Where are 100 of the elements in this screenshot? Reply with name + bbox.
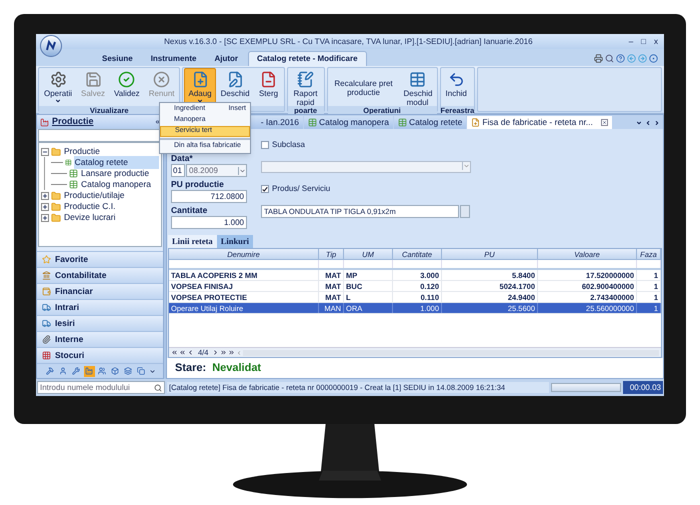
module-search-field[interactable]: Introdu numele modulului — [37, 381, 165, 394]
help-icon[interactable] — [616, 54, 625, 63]
sub-tab[interactable]: Linii reteta — [168, 235, 217, 248]
previous-page-icon[interactable] — [179, 349, 186, 356]
document-tab[interactable]: Catalog retete — [394, 116, 466, 129]
settings-icon[interactable] — [649, 54, 658, 63]
factory-icon — [40, 118, 49, 126]
checkbox[interactable] — [261, 185, 269, 193]
panel-title: Productie — [52, 115, 95, 128]
plus-icon — [42, 192, 48, 198]
document-tab[interactable]: Fisa de fabricatie - reteta nr... — [467, 116, 612, 129]
check-circle-icon — [118, 71, 136, 88]
expand-toggle[interactable] — [41, 214, 49, 222]
table-icon — [409, 71, 426, 88]
ribbon-button[interactable]: Deschid modul — [400, 68, 436, 106]
window-control[interactable]: – — [628, 36, 634, 48]
shortcut-button[interactable] — [58, 366, 68, 376]
menu-tab[interactable]: Catalog retete - Modificare — [248, 51, 367, 66]
file-pen-icon — [226, 71, 244, 88]
print-icon[interactable] — [594, 54, 603, 63]
curved-arrow-icon — [448, 71, 465, 88]
tree-item[interactable]: Lansare productie — [80, 167, 150, 180]
checkbox[interactable] — [261, 141, 269, 149]
scroll-left-icon[interactable] — [645, 120, 651, 126]
shortcut-button[interactable] — [110, 366, 120, 376]
expand-toggle[interactable] — [41, 192, 49, 200]
previous-icon[interactable] — [187, 349, 194, 356]
plus-icon — [42, 204, 48, 210]
caret-icon[interactable] — [148, 368, 156, 374]
caret-icon — [238, 166, 246, 174]
ribbon-button[interactable]: Validez — [110, 68, 144, 106]
table-icon — [69, 169, 78, 178]
ribbon-button[interactable]: Recalculare pret productie — [328, 68, 399, 106]
tree-item[interactable]: Catalog retete — [74, 156, 159, 169]
nav-section-button[interactable]: Interne — [37, 331, 163, 347]
window-control[interactable]: □ — [641, 36, 646, 48]
tree-item[interactable]: Devize lucrari — [63, 211, 116, 224]
sub-tab[interactable]: Linkuri — [216, 235, 254, 248]
folder-icon — [51, 146, 61, 156]
date-combobox[interactable]: 08.2009 — [186, 164, 247, 177]
folder-icon — [51, 202, 61, 212]
table-icon — [69, 180, 78, 189]
logo-mark-icon — [45, 40, 57, 52]
bank-icon — [42, 271, 51, 280]
nav-section-button[interactable]: Financiar — [37, 283, 163, 299]
collapse-toggle[interactable] — [41, 148, 49, 156]
box-icon — [111, 367, 119, 375]
nav-section-button[interactable]: Iesiri — [37, 315, 163, 331]
expand-toggle[interactable] — [41, 202, 49, 210]
document-icon — [471, 118, 480, 127]
shortcut-button[interactable] — [84, 366, 94, 376]
plus-icon — [42, 214, 48, 220]
ribbon-button[interactable]: Deschid — [216, 68, 254, 106]
close-icon[interactable] — [600, 119, 608, 126]
folder-icon — [51, 212, 61, 222]
shortcut-button[interactable] — [70, 366, 82, 376]
shortcut-button[interactable] — [136, 366, 146, 376]
elapsed-time: 00:00.03 — [623, 381, 663, 394]
truck-icon — [42, 319, 51, 328]
shortcut-button[interactable] — [122, 366, 134, 376]
first-page-icon[interactable] — [171, 349, 178, 356]
next-icon[interactable] — [212, 349, 220, 356]
field-label: Cantitate — [171, 205, 208, 215]
document-tab[interactable]: Catalog manopera — [304, 116, 393, 129]
input-field[interactable]: 712.0800 — [171, 190, 247, 203]
input-field[interactable]: 1.000 — [171, 216, 247, 229]
horizontal-scrollbar[interactable] — [243, 350, 659, 356]
hammer-icon — [46, 367, 54, 375]
ribbon-button[interactable]: Inchid — [442, 68, 471, 106]
search-icon[interactable] — [605, 54, 614, 63]
nav-section-button[interactable]: Intrari — [37, 299, 163, 315]
search-field[interactable] — [38, 129, 162, 142]
ribbon-button[interactable]: Sterg — [254, 68, 283, 106]
next-page-icon[interactable] — [220, 349, 228, 356]
caret-icon — [462, 162, 470, 170]
caret-icon[interactable] — [636, 120, 642, 126]
scroll-right-icon[interactable] — [654, 120, 660, 126]
tree-item[interactable]: Catalog manopera — [80, 178, 152, 191]
day-field[interactable]: 01 — [171, 164, 185, 177]
last-page-icon[interactable] — [228, 349, 236, 356]
layers-icon — [124, 367, 132, 375]
nav-section-button[interactable]: Favorite — [37, 251, 163, 267]
tree-item[interactable]: Productie — [63, 145, 101, 158]
tree-item[interactable]: Productie C.I. — [63, 200, 116, 213]
shortcut-button[interactable] — [44, 366, 56, 376]
shortcut-button[interactable] — [96, 366, 108, 376]
window-control[interactable]: x — [654, 36, 658, 48]
nav-section-button[interactable]: Contabilitate — [37, 267, 163, 283]
tree-item[interactable]: Productie/utilaje — [63, 189, 126, 202]
nav-section-button[interactable]: Stocuri — [37, 347, 163, 363]
checkbox-label: Subclasa — [272, 139, 305, 151]
ribbon-button[interactable]: Raport rapid — [288, 68, 323, 106]
ribbon-button[interactable]: Operatii — [40, 68, 76, 106]
menu-tab[interactable]: Ajutor — [206, 51, 246, 66]
file-plus-icon — [192, 71, 209, 88]
menu-tab[interactable]: Sesiune — [94, 51, 141, 66]
wallet-icon — [42, 287, 51, 296]
star-icon — [42, 255, 51, 264]
menu-tab[interactable]: Instrumente — [142, 51, 204, 66]
x-circle-icon — [153, 71, 170, 88]
